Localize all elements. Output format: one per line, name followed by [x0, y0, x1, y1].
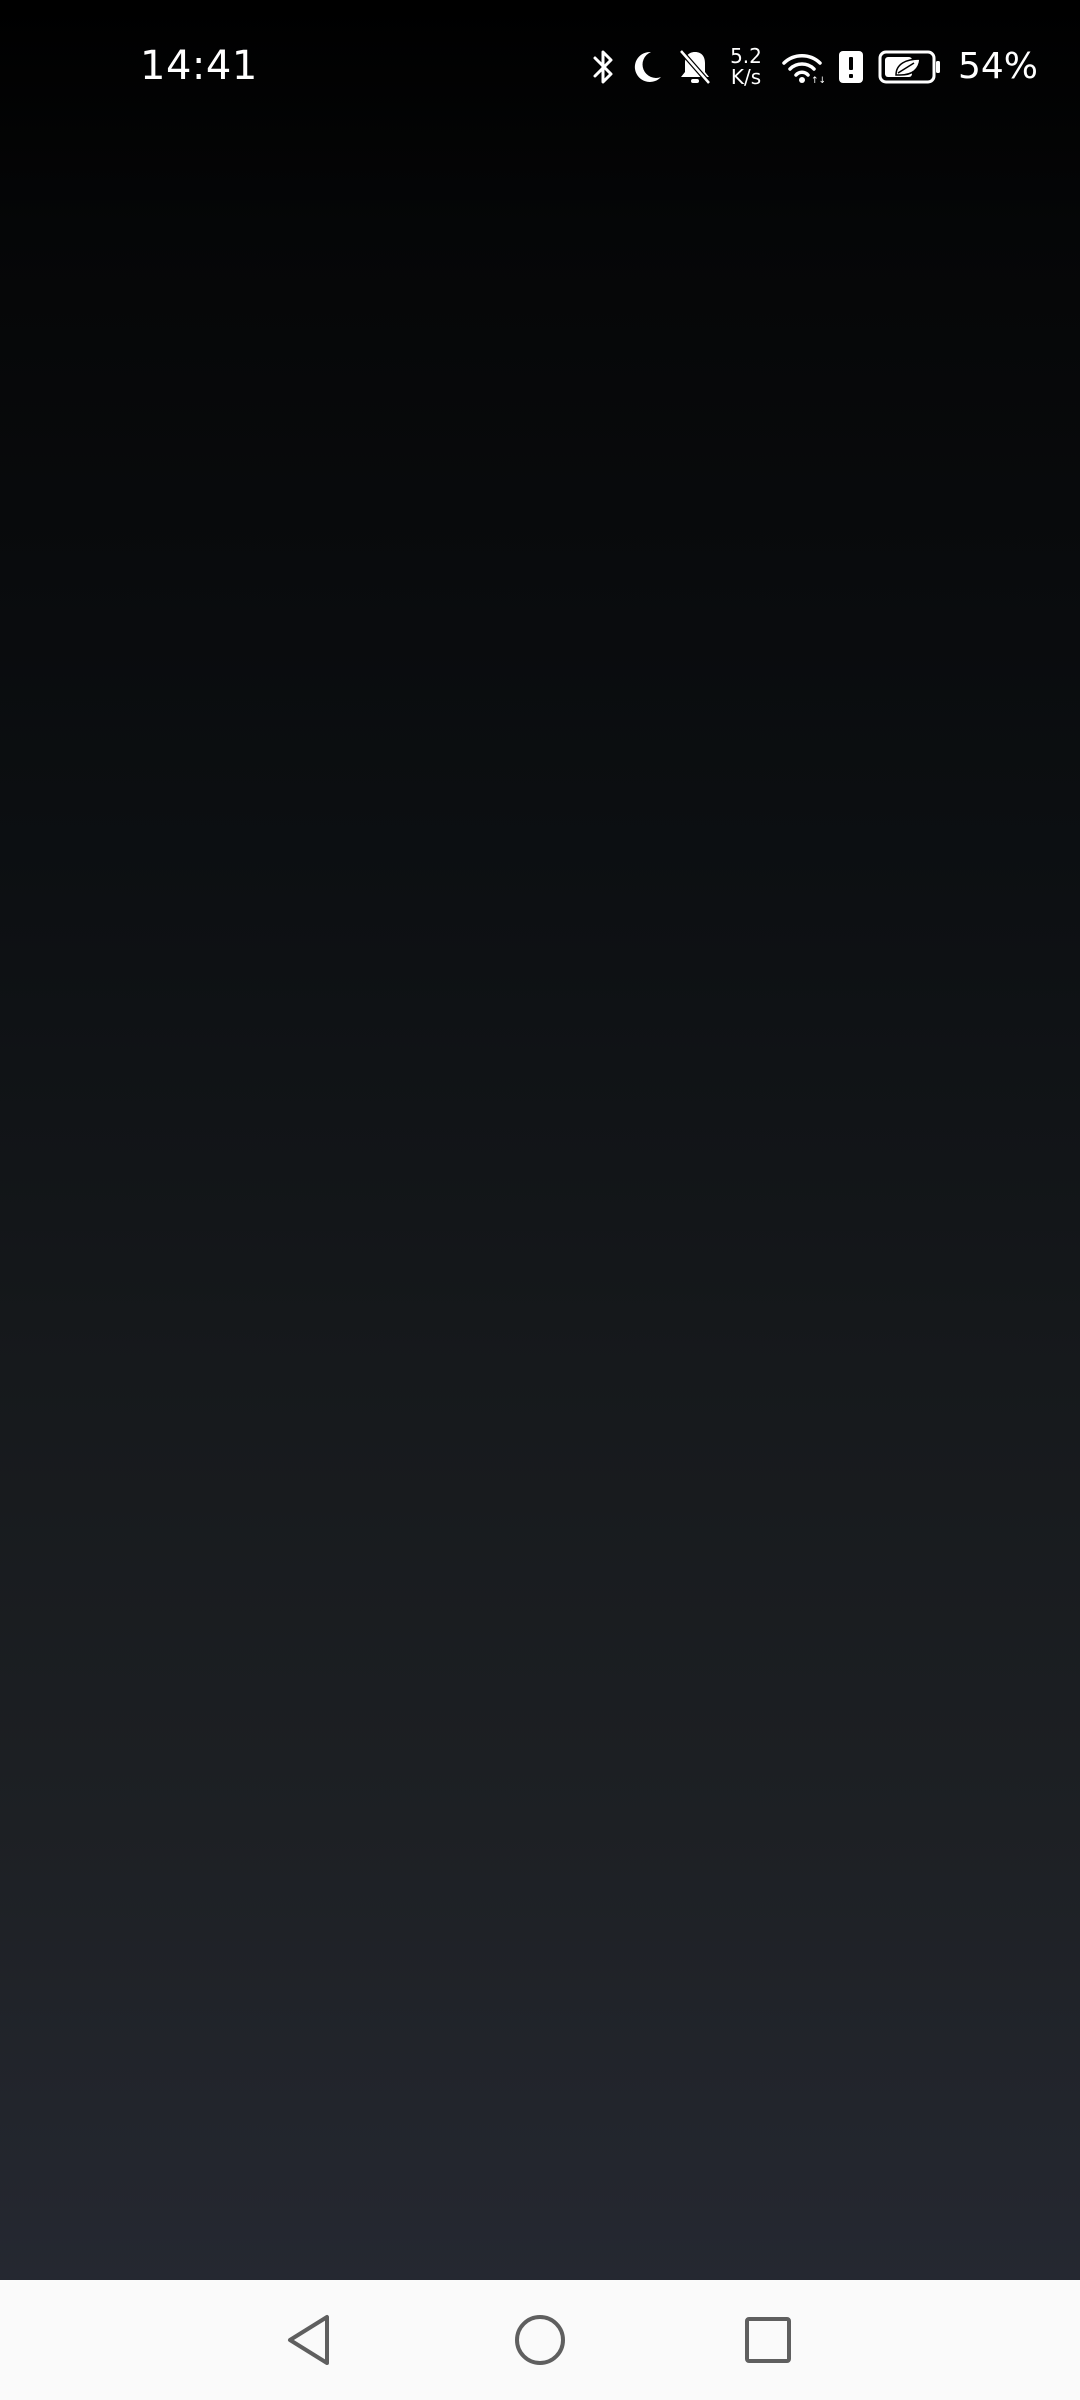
status-icons: 5.2 K/s ↑↓ 54%	[592, 40, 1038, 94]
back-button[interactable]	[270, 2300, 350, 2380]
home-button[interactable]	[500, 2300, 580, 2380]
bluetooth-icon	[592, 40, 616, 94]
moon-icon	[630, 40, 664, 94]
status-bar: 14:41 5.2 K/s ↑↓ 54%	[0, 0, 1080, 132]
bell-off-icon	[678, 40, 712, 94]
network-speed-value: 5.2	[730, 44, 762, 68]
network-speed-unit: K/s	[730, 65, 762, 89]
home-icon	[515, 2315, 565, 2365]
navigation-bar	[0, 2280, 1080, 2400]
back-icon	[288, 2315, 329, 2365]
battery-percentage: 54%	[957, 46, 1038, 87]
network-speed: 5.2 K/s	[726, 46, 766, 88]
status-time: 14:41	[140, 43, 258, 89]
battery-saver-icon	[878, 40, 942, 94]
alert-icon	[838, 40, 864, 94]
recents-button[interactable]	[728, 2300, 808, 2380]
wifi-icon: ↑↓	[780, 40, 824, 94]
phone-screen: 14:41 5.2 K/s ↑↓ 54%	[0, 0, 1080, 2400]
svg-text:↑↓: ↑↓	[811, 76, 824, 85]
app-content-area	[0, 0, 1080, 2280]
recents-icon	[745, 2317, 791, 2363]
